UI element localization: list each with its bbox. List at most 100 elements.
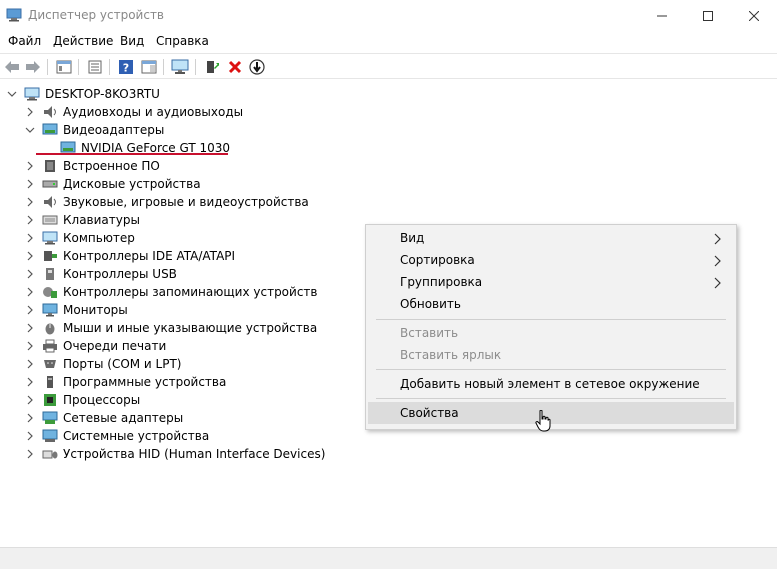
context-menu: Вид Сортировка Группировка Обновить Вста… bbox=[365, 224, 737, 430]
computer-icon bbox=[24, 87, 40, 101]
tree-item-usb-controllers[interactable]: Контроллеры USB bbox=[24, 265, 177, 283]
uninstall-device-button[interactable] bbox=[225, 57, 245, 77]
port-icon bbox=[42, 357, 58, 371]
computer-icon bbox=[42, 231, 58, 245]
chevron-right-icon[interactable] bbox=[24, 412, 36, 424]
disable-device-button[interactable] bbox=[247, 57, 267, 77]
chevron-right-icon[interactable] bbox=[24, 250, 36, 262]
chevron-right-icon[interactable] bbox=[24, 430, 36, 442]
tree-item-storage-controllers[interactable]: Контроллеры запоминающих устройств bbox=[24, 283, 317, 301]
close-button[interactable] bbox=[731, 0, 777, 32]
menu-bar: Файл Действие Вид Справка bbox=[0, 32, 777, 52]
ctx-paste-shortcut[interactable]: Вставить ярлык bbox=[368, 344, 734, 366]
chevron-right-icon[interactable] bbox=[24, 214, 36, 226]
toolbar: ? bbox=[0, 53, 777, 79]
ide-controller-icon bbox=[42, 249, 58, 263]
system-device-icon bbox=[42, 429, 58, 443]
menu-action[interactable]: Действие bbox=[53, 34, 113, 48]
chevron-right-icon[interactable] bbox=[24, 286, 36, 298]
tree-item-computer[interactable]: Компьютер bbox=[24, 229, 135, 247]
show-hide-tree-button[interactable] bbox=[54, 57, 74, 77]
minimize-button[interactable] bbox=[639, 0, 685, 32]
hid-icon bbox=[42, 447, 58, 461]
chevron-right-icon[interactable] bbox=[24, 196, 36, 208]
chevron-right-icon[interactable] bbox=[24, 232, 36, 244]
highlight-underline bbox=[36, 153, 228, 155]
toolbar-separator bbox=[195, 59, 196, 75]
chevron-right-icon[interactable] bbox=[24, 358, 36, 370]
ctx-group[interactable]: Группировка bbox=[368, 271, 734, 293]
tree-item-hid[interactable]: Устройства HID (Human Interface Devices) bbox=[24, 445, 325, 463]
tree-item-firmware[interactable]: Встроенное ПО bbox=[24, 157, 160, 175]
tree-item-sound-devices[interactable]: Звуковые, игровые и видеоустройства bbox=[24, 193, 309, 211]
hand-cursor-icon bbox=[535, 410, 551, 432]
toolbar-separator bbox=[163, 59, 164, 75]
maximize-button[interactable] bbox=[685, 0, 731, 32]
tree-item-processors[interactable]: Процессоры bbox=[24, 391, 140, 409]
update-driver-icon bbox=[207, 61, 219, 73]
mouse-icon bbox=[42, 321, 58, 335]
update-driver-button[interactable] bbox=[202, 57, 222, 77]
ctx-paste[interactable]: Вставить bbox=[368, 322, 734, 344]
chevron-right-icon[interactable] bbox=[24, 340, 36, 352]
chevron-right-icon[interactable] bbox=[24, 178, 36, 190]
toolbar-separator bbox=[47, 59, 48, 75]
usb-icon bbox=[42, 267, 58, 281]
speaker-icon bbox=[42, 195, 58, 209]
forward-button[interactable] bbox=[23, 57, 43, 77]
tree-item-mice[interactable]: Мыши и иные указывающие устройства bbox=[24, 319, 317, 337]
chevron-right-icon[interactable] bbox=[24, 304, 36, 316]
svg-text:?: ? bbox=[123, 62, 129, 75]
tree-item-system-devices[interactable]: Системные устройства bbox=[24, 427, 209, 445]
maximize-icon bbox=[703, 11, 713, 21]
chevron-down-icon[interactable] bbox=[6, 88, 18, 100]
chevron-right-icon[interactable] bbox=[24, 106, 36, 118]
tree-item-network-adapters[interactable]: Сетевые адаптеры bbox=[24, 409, 183, 427]
monitor-icon bbox=[42, 303, 58, 317]
action-pane-button[interactable] bbox=[139, 57, 159, 77]
chevron-right-icon[interactable] bbox=[24, 448, 36, 460]
computer-name: DESKTOP-8KO3RTU bbox=[45, 87, 160, 101]
help-icon: ? bbox=[119, 60, 133, 75]
ctx-view[interactable]: Вид bbox=[368, 227, 734, 249]
tree-item-ports[interactable]: Порты (COM и LPT) bbox=[24, 355, 181, 373]
help-button[interactable]: ? bbox=[116, 57, 136, 77]
chevron-right-icon[interactable] bbox=[24, 394, 36, 406]
keyboard-icon bbox=[42, 213, 58, 227]
menu-view[interactable]: Вид bbox=[120, 34, 144, 48]
menu-file[interactable]: Файл bbox=[8, 34, 41, 48]
tree-root[interactable]: DESKTOP-8KO3RTU bbox=[6, 85, 160, 103]
printer-icon bbox=[42, 339, 58, 353]
chevron-right-icon[interactable] bbox=[24, 376, 36, 388]
ctx-sort[interactable]: Сортировка bbox=[368, 249, 734, 271]
chevron-right-icon[interactable] bbox=[24, 160, 36, 172]
ctx-add-network-location[interactable]: Добавить новый элемент в сетевое окружен… bbox=[368, 373, 734, 395]
back-button[interactable] bbox=[2, 57, 22, 77]
tree-item-keyboards[interactable]: Клавиатуры bbox=[24, 211, 140, 229]
tree-item-software-devices[interactable]: Программные устройства bbox=[24, 373, 226, 391]
toolbar-separator bbox=[78, 59, 79, 75]
chevron-right-icon[interactable] bbox=[24, 268, 36, 280]
tree-item-audio-io[interactable]: Аудиовходы и аудиовыходы bbox=[24, 103, 243, 121]
chevron-right-icon bbox=[714, 233, 721, 245]
speaker-icon bbox=[42, 105, 58, 119]
menu-help[interactable]: Справка bbox=[156, 34, 209, 48]
chevron-right-icon[interactable] bbox=[24, 322, 36, 334]
ctx-refresh[interactable]: Обновить bbox=[368, 293, 734, 315]
uninstall-device-icon bbox=[228, 60, 242, 74]
menu-separator bbox=[376, 319, 726, 320]
menu-separator bbox=[376, 369, 726, 370]
properties-button[interactable] bbox=[85, 57, 105, 77]
monitor-icon bbox=[171, 59, 189, 74]
tree-item-monitors[interactable]: Мониторы bbox=[24, 301, 128, 319]
scan-hardware-button[interactable] bbox=[170, 57, 190, 77]
show-hide-tree-icon bbox=[56, 60, 72, 74]
tree-item-ide-controllers[interactable]: Контроллеры IDE ATA/ATAPI bbox=[24, 247, 235, 265]
tree-item-disk-drives[interactable]: Дисковые устройства bbox=[24, 175, 201, 193]
ctx-properties[interactable]: Свойства bbox=[368, 402, 734, 424]
close-icon bbox=[749, 11, 759, 21]
tree-item-print-queues[interactable]: Очереди печати bbox=[24, 337, 166, 355]
chevron-down-icon[interactable] bbox=[24, 124, 36, 136]
tree-item-display-adapters[interactable]: Видеоадаптеры bbox=[24, 121, 164, 139]
title-bar: Диспетчер устройств bbox=[0, 0, 777, 32]
